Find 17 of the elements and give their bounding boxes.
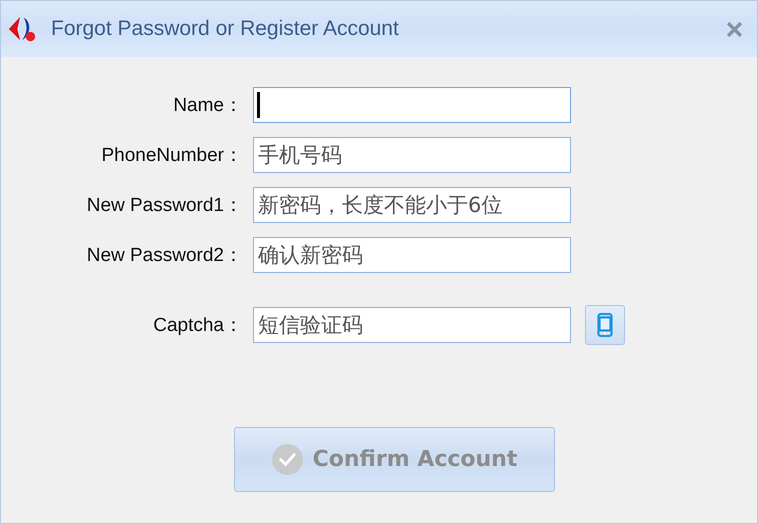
close-icon[interactable] — [726, 20, 743, 38]
field-label: New Password1： — [86, 194, 244, 218]
field-label: New Password2： — [86, 244, 244, 268]
input-field[interactable] — [253, 87, 571, 123]
field-label: PhoneNumber： — [100, 144, 244, 168]
check-circle-icon — [272, 444, 303, 475]
send-code-button[interactable] — [585, 305, 625, 345]
input-field[interactable]: 手机号码 — [253, 137, 571, 173]
field-label: Captcha： — [152, 314, 244, 338]
app-logo-icon — [7, 14, 37, 44]
input-field[interactable]: 确认新密码 — [253, 237, 571, 273]
text-cursor — [257, 92, 260, 118]
window-title: Forgot Password or Register Account — [51, 17, 400, 41]
input-field[interactable]: 新密码，长度不能小于6位 — [253, 187, 571, 223]
phone-icon — [597, 313, 613, 337]
field-label: Name： — [172, 94, 244, 118]
input-field[interactable]: 短信验证码 — [253, 307, 571, 343]
